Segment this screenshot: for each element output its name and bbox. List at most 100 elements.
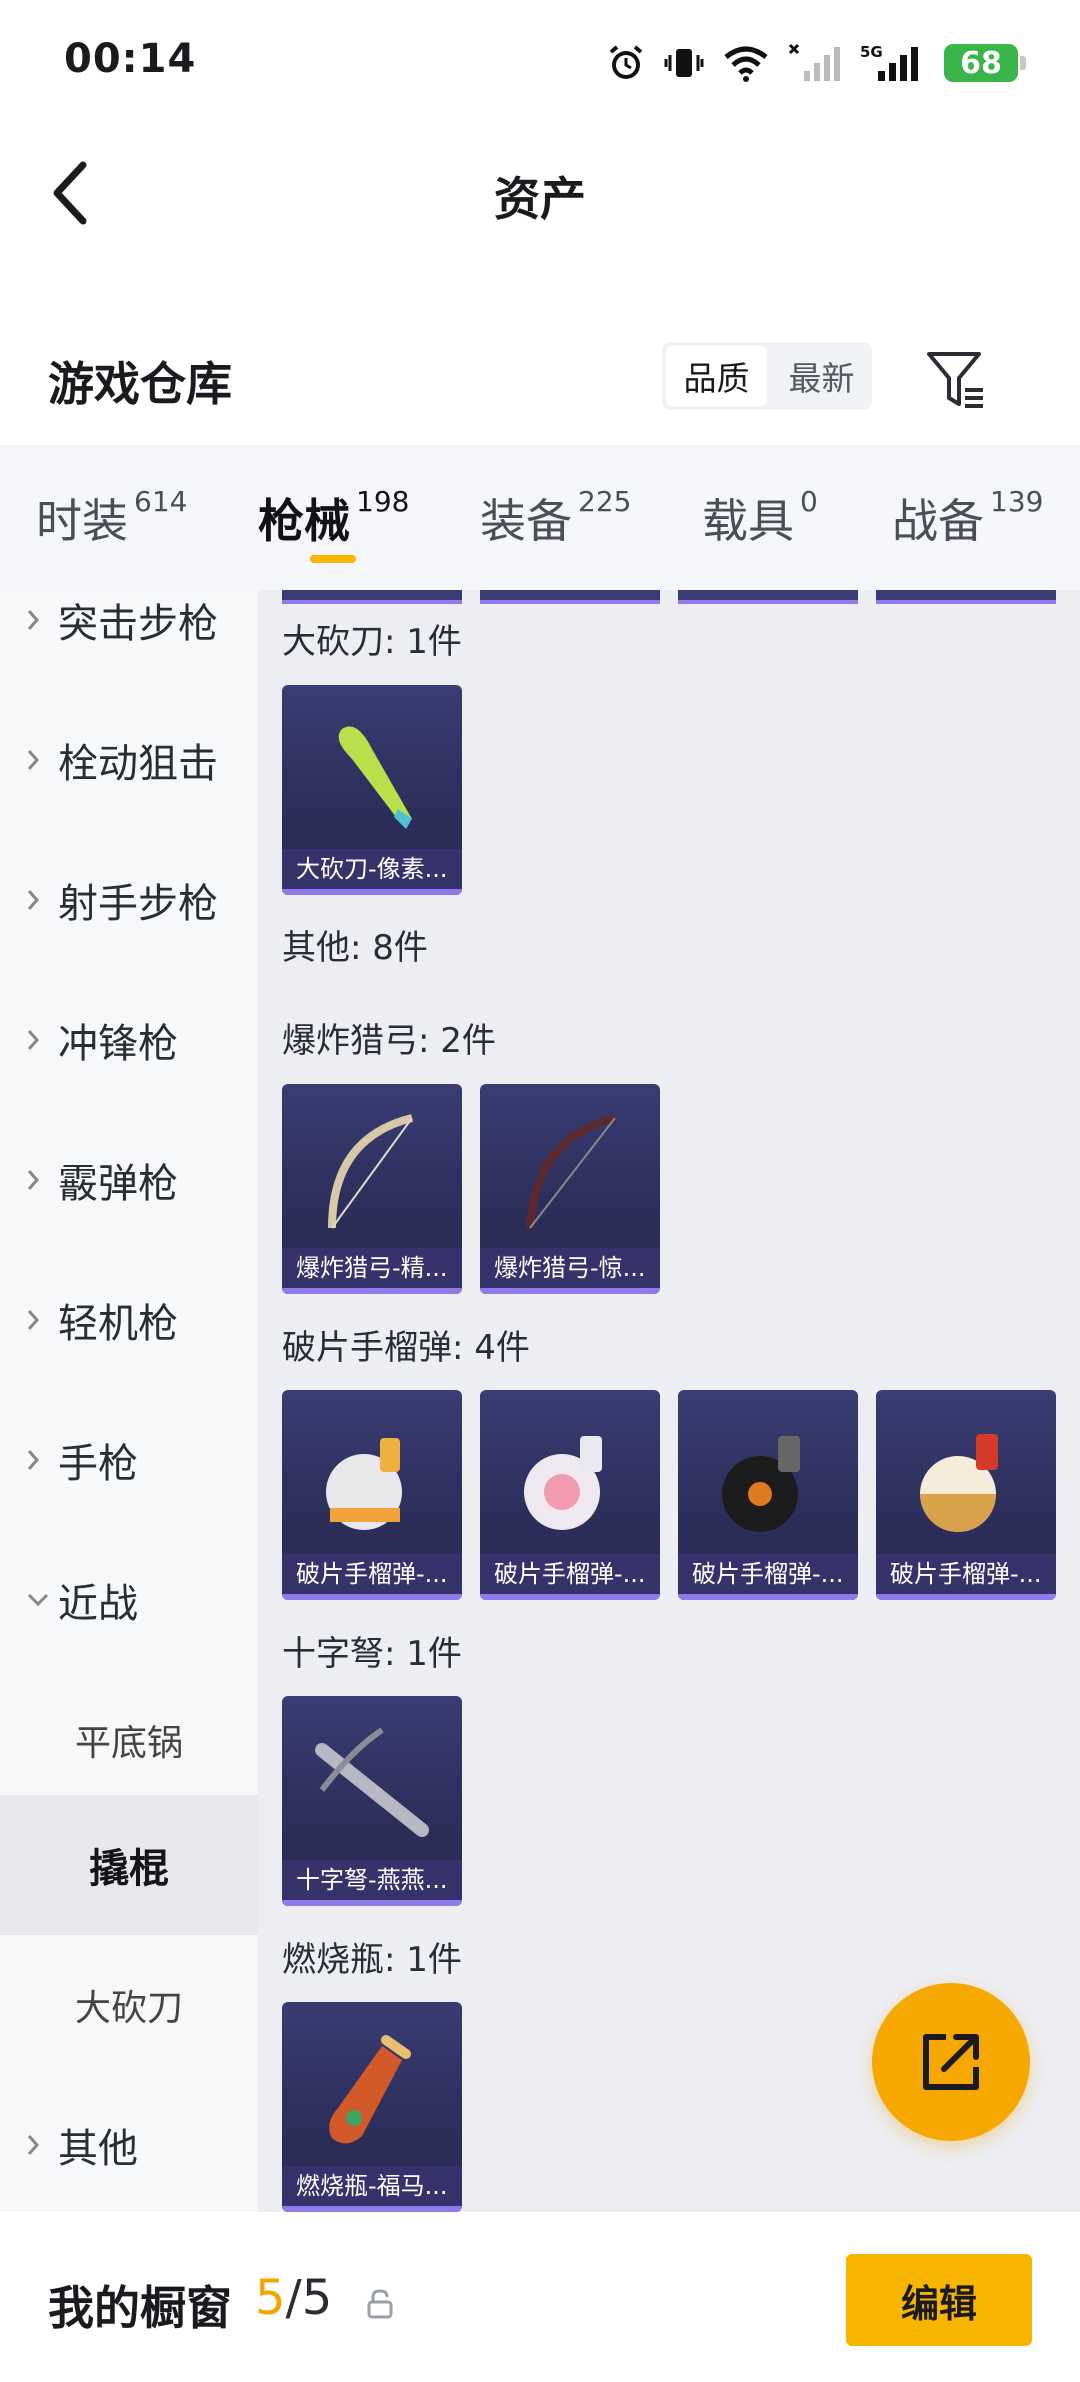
sidebar-item-marksman-rifle[interactable]: 射手步枪 [0,830,258,970]
category-tabs: 时装 614 枪械 198 装备 225 载具 0 战备 139 [0,445,1080,590]
tab-label: 载具 [702,494,794,548]
item-card[interactable]: 大砍刀-像素... [282,685,462,895]
item-card[interactable]: 爆炸猎弓-精... [282,1084,462,1294]
tab-firearms[interactable]: 枪械 198 [258,485,409,551]
item-card[interactable]: 破片手榴弹-... [282,1390,462,1600]
sidebar-item-label: 栓动狙击 [58,741,218,787]
share-button[interactable] [872,1983,1030,2141]
item-card-partial[interactable] [678,590,858,604]
sidebar-item-label: 射手步枪 [58,881,218,927]
grenade-icon [722,1436,800,1532]
page-title: 资产 [494,172,586,226]
item-name: 爆炸猎弓-精... [282,1248,462,1288]
tab-fashion[interactable]: 时装 614 [36,485,187,551]
vibrate-icon [664,49,704,77]
sidebar-item-assault-rifle[interactable]: 突击步枪 [0,590,258,690]
showcase-count: 5/5 [255,2270,332,2326]
showcase-label: 我的橱窗 [48,2281,232,2335]
item-name: 破片手榴弹-... [678,1554,858,1594]
group-title: 燃烧瓶: 1件 [282,1940,462,1980]
sidebar-item-lmg[interactable]: 轻机枪 [0,1250,258,1390]
sidebar-item-label: 突击步枪 [58,601,218,647]
sidebar-item-label: 手枪 [58,1441,138,1487]
tab-vehicles[interactable]: 载具 0 [702,485,818,551]
tab-count: 0 [800,485,818,518]
chevron-right-icon [26,1028,50,1052]
item-card[interactable]: 燃烧瓶-福马... [282,2002,462,2212]
filter-button[interactable] [925,348,989,412]
showcase-total: 5 [301,2270,333,2326]
chevron-right-icon [26,1308,50,1332]
grenade-icon [326,1438,402,1530]
sidebar-item-melee[interactable]: 近战 [0,1530,258,1670]
battery-indicator: 68 [944,44,1026,82]
sidebar-item-other[interactable]: 其他 [0,2075,258,2212]
lock-icon [367,2289,393,2319]
crossbow-icon [315,1727,429,1837]
tab-count: 139 [990,485,1044,518]
group-title: 大砍刀: 1件 [282,622,462,662]
showcase-separator: / [285,2270,302,2326]
share-icon [923,2034,979,2090]
status-icons: 5G 68 [606,38,1026,88]
item-name: 破片手榴弹-... [282,1554,462,1594]
item-card[interactable]: 破片手榴弹-... [678,1390,858,1600]
item-card-partial[interactable] [876,590,1056,604]
chevron-right-icon [26,1168,50,1192]
item-name: 十字弩-燕燕... [282,1860,462,1900]
showcase-bar: 我的橱窗 5/5 编辑 [0,2212,1080,2382]
bow-icon [328,1114,413,1229]
item-name: 燃烧瓶-福马... [282,2166,462,2206]
sidebar-item-shotgun[interactable]: 霰弹枪 [0,1110,258,1250]
signal-empty-icon [788,43,840,81]
filter-icon [927,352,983,408]
group-title: 爆炸猎弓: 2件 [282,1021,496,1061]
sidebar: 突击步枪 栓动狙击 射手步枪 冲锋枪 霰弹枪 轻机枪 手枪 近战 平底锅 撬棍 … [0,590,258,2212]
group-title: 其他: 8件 [282,928,428,968]
sidebar-subitem-frying-pan[interactable]: 平底锅 [0,1670,258,1810]
group-title: 破片手榴弹: 4件 [282,1328,530,1368]
chevron-down-icon [26,1592,50,1608]
sidebar-subitem-machete[interactable]: 大砍刀 [0,1935,258,2075]
group-title: 十字弩: 1件 [282,1634,462,1674]
item-card[interactable]: 十字弩-燕燕... [282,1696,462,1906]
sidebar-item-bolt-sniper[interactable]: 栓动狙击 [0,690,258,830]
showcase-used: 5 [255,2270,286,2326]
tab-label: 战备 [892,494,984,548]
chevron-right-icon [26,1448,50,1472]
sort-latest-button[interactable]: 最新 [771,342,872,410]
sidebar-subitem-crowbar[interactable]: 撬棍 [0,1795,258,1935]
item-card-partial[interactable] [282,590,462,604]
item-card[interactable]: 爆炸猎弓-惊... [480,1084,660,1294]
grenade-icon [524,1436,602,1530]
tab-equipment[interactable]: 装备 225 [480,485,631,551]
sort-quality-button[interactable]: 品质 [666,346,767,406]
molotov-icon [329,2035,411,2144]
battery-level: 68 [960,45,1002,81]
tab-count: 225 [578,485,632,518]
sidebar-item-label: 霰弹枪 [58,1161,178,1207]
edit-button[interactable]: 编辑 [846,2254,1032,2346]
sidebar-item-pistol[interactable]: 手枪 [0,1390,258,1530]
tab-count: 198 [356,485,410,518]
tab-battle-gear[interactable]: 战备 139 [892,485,1043,551]
status-bar: 00:14 5G 68 [0,0,1080,125]
network-label: 5G [860,43,883,61]
item-name: 破片手榴弹-... [876,1554,1056,1594]
item-name: 爆炸猎弓-惊... [480,1248,660,1288]
warehouse-title: 游戏仓库 [48,357,232,411]
item-grid: 大砍刀: 1件 大砍刀-像素... 其他: 8件 爆炸猎弓: 2件 爆炸猎弓-精… [258,590,1080,2212]
signal-5g-icon: 5G [860,43,918,81]
tab-count: 614 [134,485,188,518]
item-card-partial[interactable] [480,590,660,604]
item-card[interactable]: 破片手榴弹-... [480,1390,660,1600]
chevron-right-icon [26,888,50,912]
item-name: 大砍刀-像素... [282,849,462,889]
alarm-icon [609,45,643,79]
item-card[interactable]: 破片手榴弹-... [876,1390,1056,1600]
tab-label: 时装 [36,494,128,548]
grenade-icon [920,1434,998,1532]
sidebar-item-smg[interactable]: 冲锋枪 [0,970,258,1110]
sidebar-item-label: 其他 [58,2126,138,2172]
bow-icon [526,1114,616,1229]
